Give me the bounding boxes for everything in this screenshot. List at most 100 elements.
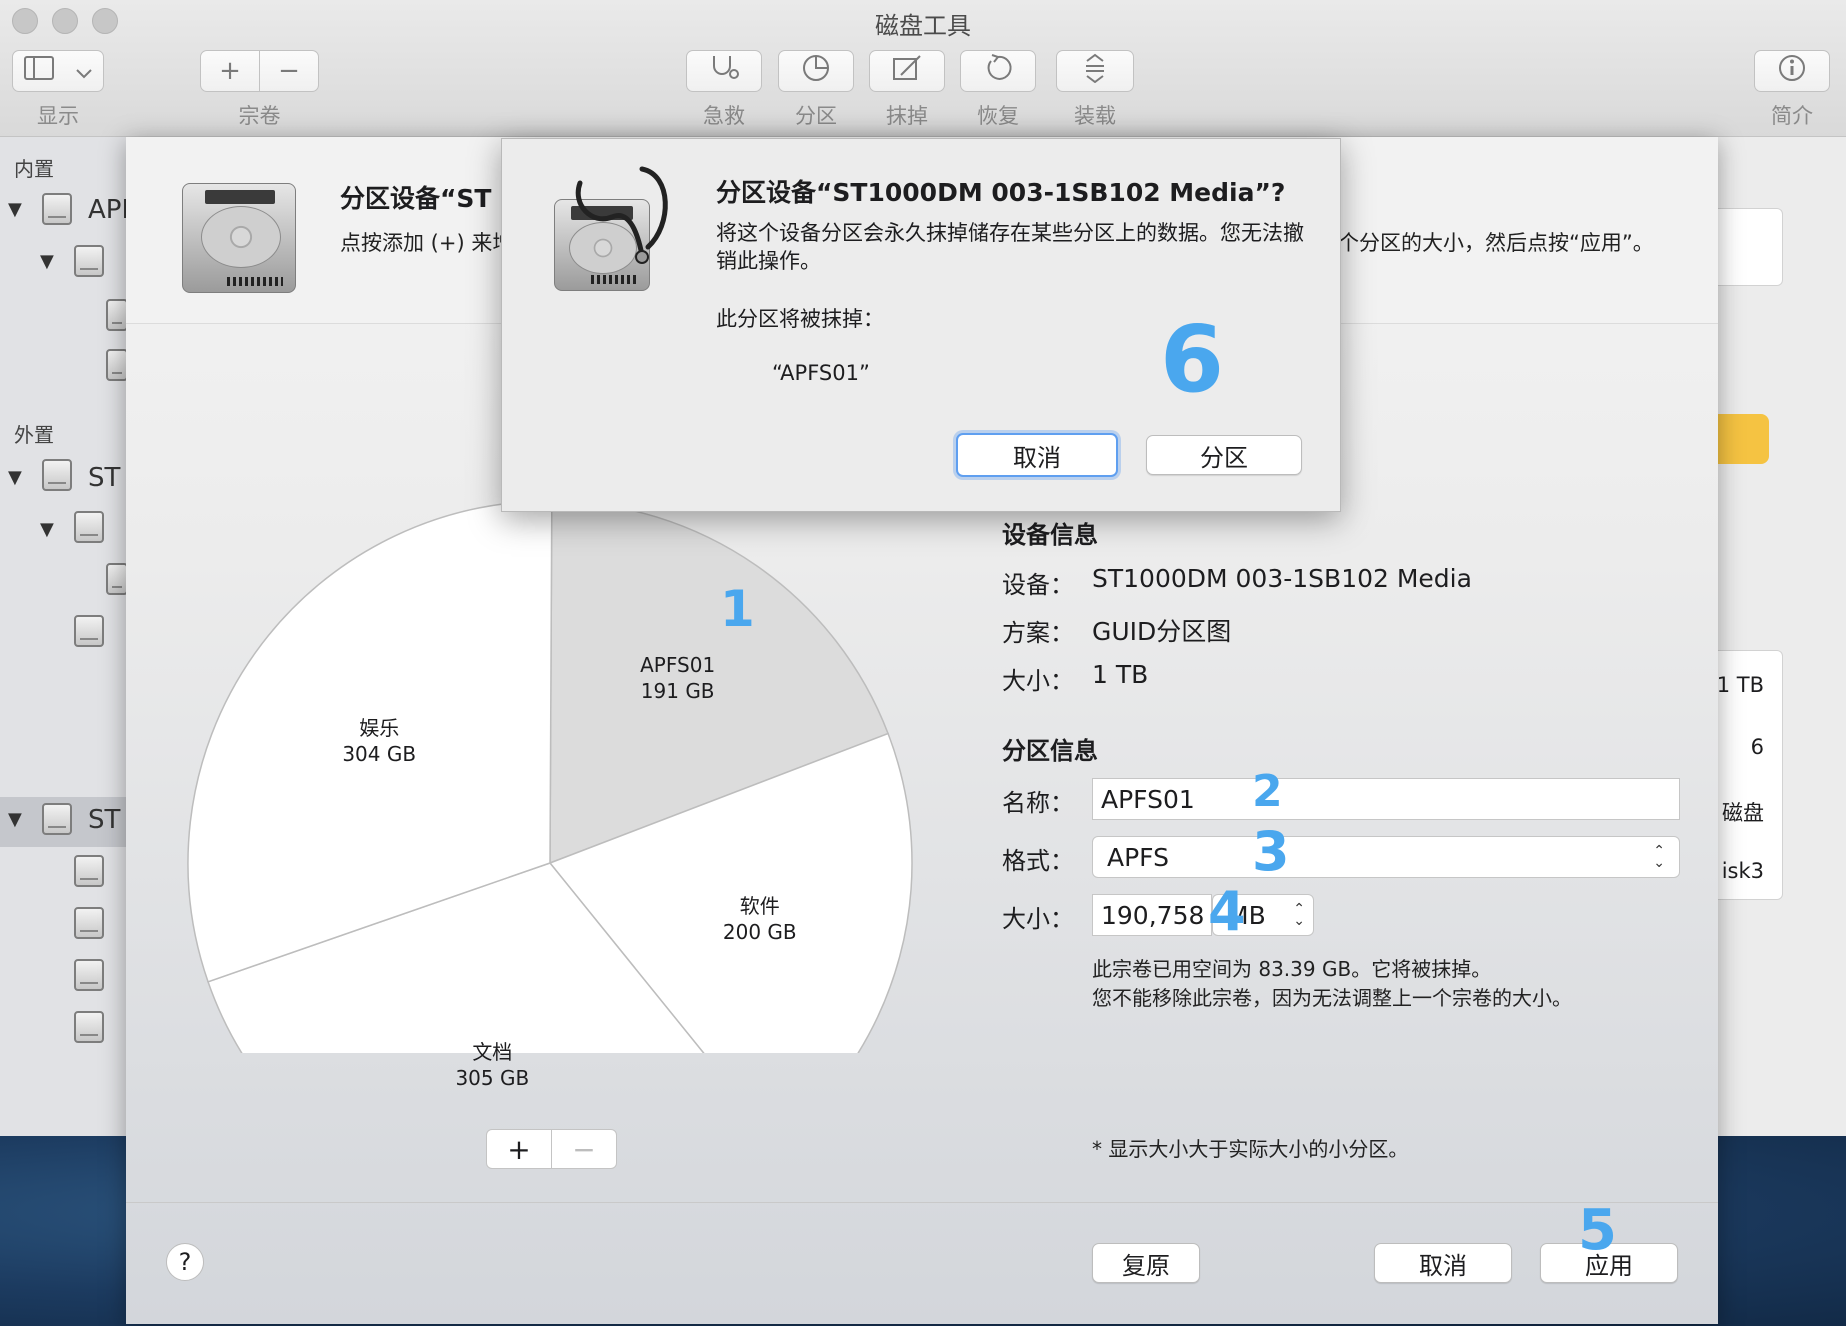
pie-chart-icon (801, 53, 831, 90)
name-label: 名称： (1002, 789, 1074, 817)
remove-partition-button[interactable]: − (551, 1129, 617, 1169)
device-info-title: 设备信息 (1002, 521, 1098, 549)
volume-disk-icon[interactable] (74, 855, 104, 887)
erase-pencil-icon (891, 53, 923, 90)
sheet-description: 点按添加 (+) 来增 (340, 231, 514, 255)
alert-title: 分区设备“ST1000DM 003-1SB102 Media”? (716, 178, 1286, 207)
partition-label: 分区 (795, 104, 837, 128)
mount-label: 装载 (1074, 104, 1116, 128)
pie-label-size: 200 GB (722, 920, 797, 945)
pie-label-2: 软件 200 GB (690, 893, 830, 945)
info-button[interactable] (1754, 50, 1830, 92)
volume-disk-icon[interactable] (74, 615, 104, 647)
disclosure-triangle-icon[interactable]: ▼ (8, 809, 22, 830)
view-button[interactable] (12, 50, 104, 92)
volume-disk-icon[interactable] (74, 959, 104, 991)
pie-label-size: 191 GB (640, 679, 715, 704)
up-down-chevron-icon: ⌃ ⌄ (1653, 843, 1665, 871)
sheet-title: 分区设备“ST (340, 184, 492, 213)
sidebar-icon (24, 55, 54, 87)
sidebar: 内置 ▼ API ▼ 外置 ▼ ST ▼ ▼ ST (0, 137, 129, 1136)
container-disk-icon (74, 245, 104, 277)
pie-label-1: APFS01 191 GB (608, 652, 748, 704)
sidebar-item-external-disk[interactable]: ST (88, 463, 120, 493)
disclosure-triangle-icon[interactable]: ▼ (8, 199, 22, 220)
volume-disk-icon[interactable] (106, 349, 128, 381)
disclosure-triangle-icon[interactable]: ▼ (40, 519, 54, 540)
internal-header: 内置 (14, 157, 54, 181)
annotation-1: 1 (720, 580, 755, 638)
container-disk-icon (74, 511, 104, 543)
footer-separator (126, 1202, 1718, 1203)
alert-cancel-button[interactable]: 取消 (956, 433, 1118, 477)
stethoscope-icon (708, 54, 740, 89)
first-aid-label: 急救 (703, 104, 745, 128)
stethoscope-icon (575, 166, 668, 264)
pie-label-name: 娱乐 (359, 715, 400, 740)
alert-message: 将这个设备分区会永久抹掉储存在某些分区上的数据。您无法撤销此操作。 (716, 221, 1304, 273)
disclosure-triangle-icon[interactable]: ▼ (40, 251, 54, 272)
revert-button[interactable]: 复原 (1092, 1243, 1200, 1283)
disclosure-triangle-icon[interactable]: ▼ (8, 467, 22, 488)
mount-button[interactable] (1056, 50, 1134, 92)
scheme-value: GUID分区图 (1092, 617, 1232, 646)
detail-capacity: 1 TB (1716, 673, 1764, 697)
partition-size-field[interactable]: 190,758 (1092, 894, 1212, 936)
external-disk-icon (42, 459, 72, 491)
remove-volume-button[interactable]: − (259, 50, 319, 92)
sidebar-item-selected-disk[interactable]: ST (88, 805, 120, 835)
external-header: 外置 (14, 423, 54, 447)
detail-child-count: 6 (1750, 735, 1764, 759)
up-down-chevron-icon: ⌃ ⌄ (1293, 901, 1305, 929)
annotation-3: 3 (1252, 820, 1290, 883)
hard-disk-icon (182, 183, 296, 293)
partition-button[interactable] (778, 50, 854, 92)
internal-disk-icon (42, 193, 72, 225)
alert-volume-name: “APFS01” (772, 361, 870, 385)
volume-disk-icon[interactable] (106, 299, 128, 331)
pie-label-name: APFS01 (640, 653, 716, 678)
annotation-4: 4 (1208, 880, 1246, 943)
partition-size-label: 大小： (1002, 905, 1074, 933)
pie-label-name: 软件 (739, 894, 780, 919)
restore-arrow-icon (983, 53, 1013, 90)
annotation-2: 2 (1252, 766, 1283, 817)
detail-type: 磁盘 (1722, 801, 1764, 825)
pie-label-4: 娱乐 304 GB (309, 715, 449, 767)
volume-disk-icon[interactable] (106, 563, 128, 595)
add-partition-button[interactable]: + (486, 1129, 552, 1169)
device-label: 设备： (1002, 571, 1074, 599)
partition-info-title: 分区信息 (1002, 737, 1098, 765)
volume-label: 宗卷 (238, 104, 281, 128)
used-space-note: 此宗卷已用空间为 83.39 GB。它将被抹掉。 (1092, 957, 1492, 981)
alert-partition-button[interactable]: 分区 (1146, 435, 1302, 475)
add-volume-button[interactable]: + (200, 50, 260, 92)
sidebar-item-internal-disk[interactable]: API (88, 195, 129, 225)
cancel-button[interactable]: 取消 (1374, 1243, 1512, 1283)
info-label: 简介 (1771, 104, 1813, 128)
erase-label: 抹掉 (886, 104, 928, 128)
partition-name-field[interactable]: APFS01 (1092, 778, 1680, 820)
format-value: APFS (1107, 842, 1169, 872)
pie-label-name: 文档 (472, 1039, 513, 1064)
cannot-remove-note: 您不能移除此宗卷，因为无法调整上一个宗卷的大小。 (1092, 986, 1572, 1010)
scheme-label: 方案： (1002, 619, 1074, 647)
format-popup[interactable]: APFS ⌃ ⌄ (1092, 836, 1680, 878)
chevron-down-icon (76, 56, 92, 86)
pie-label-3: 文档 305 GB (422, 1039, 562, 1091)
volume-disk-icon[interactable] (74, 907, 104, 939)
erase-button[interactable] (869, 50, 945, 92)
detail-device: isk3 (1721, 859, 1764, 883)
window-title: 磁盘工具 (875, 12, 971, 40)
toolbar: 磁盘工具 显示 + − 宗卷 急救 分区 抹掉 恢复 装载 简介 (0, 0, 1846, 137)
annotation-5: 5 (1578, 1198, 1617, 1263)
help-button[interactable]: ? (166, 1243, 204, 1281)
small-partition-note: * 显示大小大于实际大小的小分区。 (1092, 1137, 1409, 1161)
external-disk-icon (42, 803, 72, 835)
first-aid-button[interactable] (686, 50, 762, 92)
volume-disk-icon[interactable] (74, 1011, 104, 1043)
sheet-description-continued: 个分区的大小，然后点按“应用”。 (1338, 231, 1654, 255)
view-label: 显示 (37, 104, 79, 128)
restore-button[interactable] (960, 50, 1036, 92)
device-value: ST1000DM 003-1SB102 Media (1092, 564, 1472, 593)
